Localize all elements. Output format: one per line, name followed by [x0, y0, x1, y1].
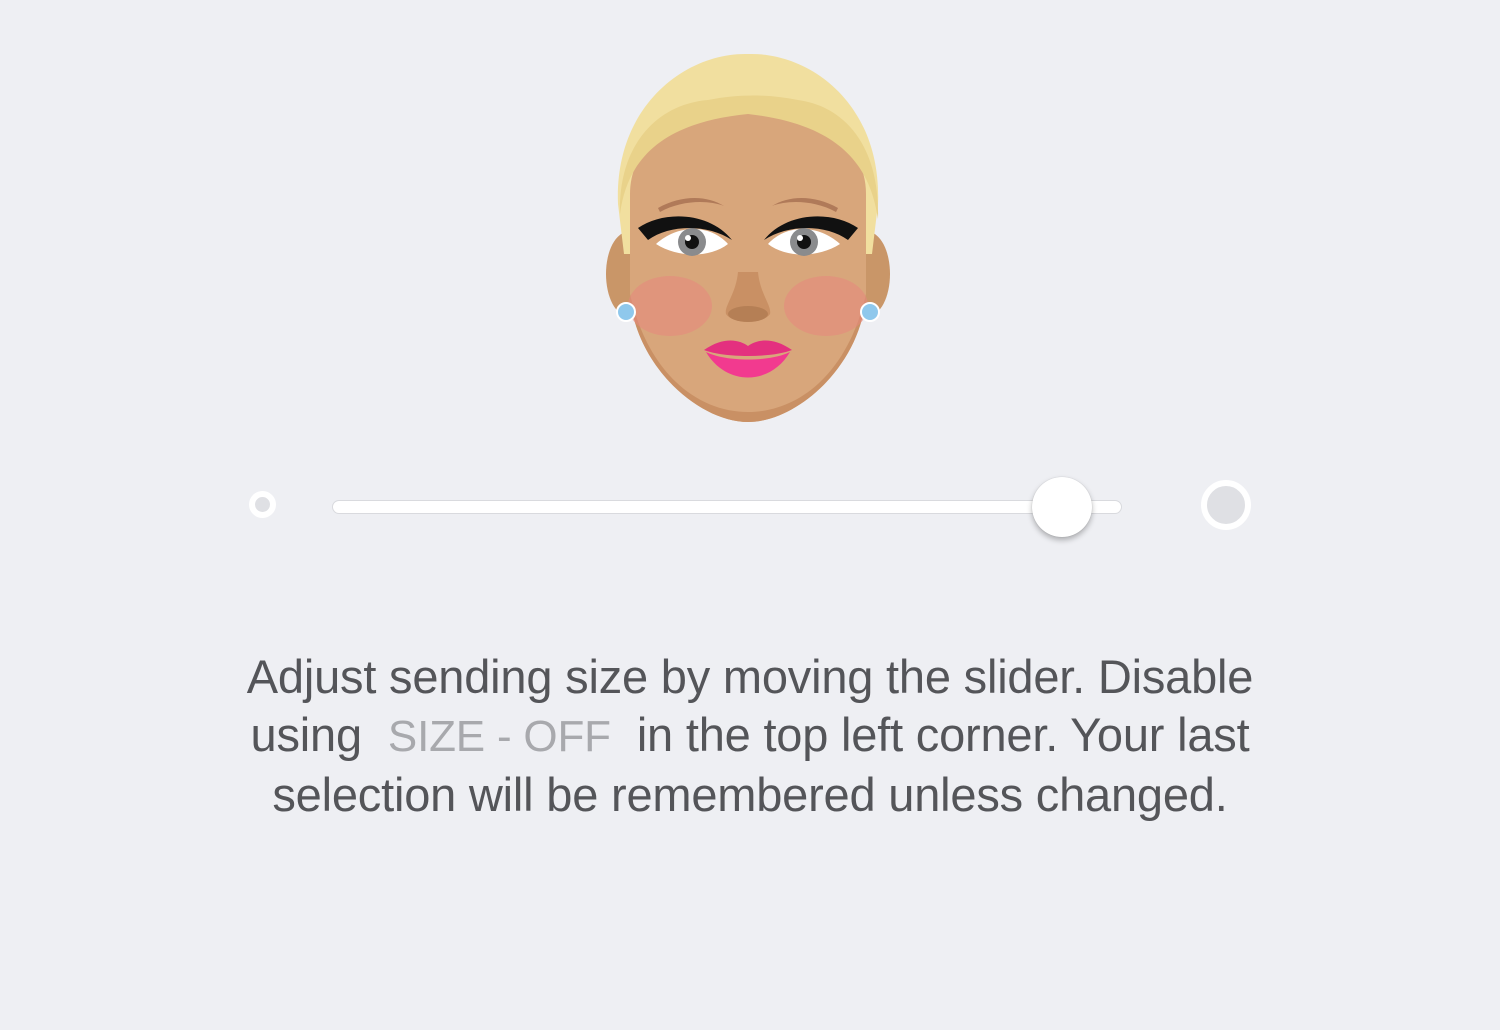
large-circle-icon [1201, 480, 1251, 530]
face-emoji-icon [598, 44, 898, 436]
instructions-line-2-after: in the top left corner. Your last [636, 708, 1250, 761]
slider-thumb[interactable] [1031, 477, 1092, 537]
small-circle-icon [249, 491, 276, 518]
instructions-line-1: Adjust sending size by moving the slider… [246, 650, 1254, 703]
instructions-line-2: using SIZE - OFF in the top left corner. Y… [150, 706, 1350, 766]
instructions-line-2-before: using [250, 708, 363, 761]
slider-track[interactable] [332, 500, 1122, 514]
size-off-label: SIZE - OFF [387, 712, 611, 761]
size-slider[interactable] [332, 476, 1122, 538]
instructions-text: Adjust sending size by moving the slider… [150, 648, 1350, 824]
size-settings-screen: Adjust sending size by moving the slider… [0, 0, 1500, 1030]
instructions-line-3: selection will be remembered unless chan… [272, 768, 1228, 821]
